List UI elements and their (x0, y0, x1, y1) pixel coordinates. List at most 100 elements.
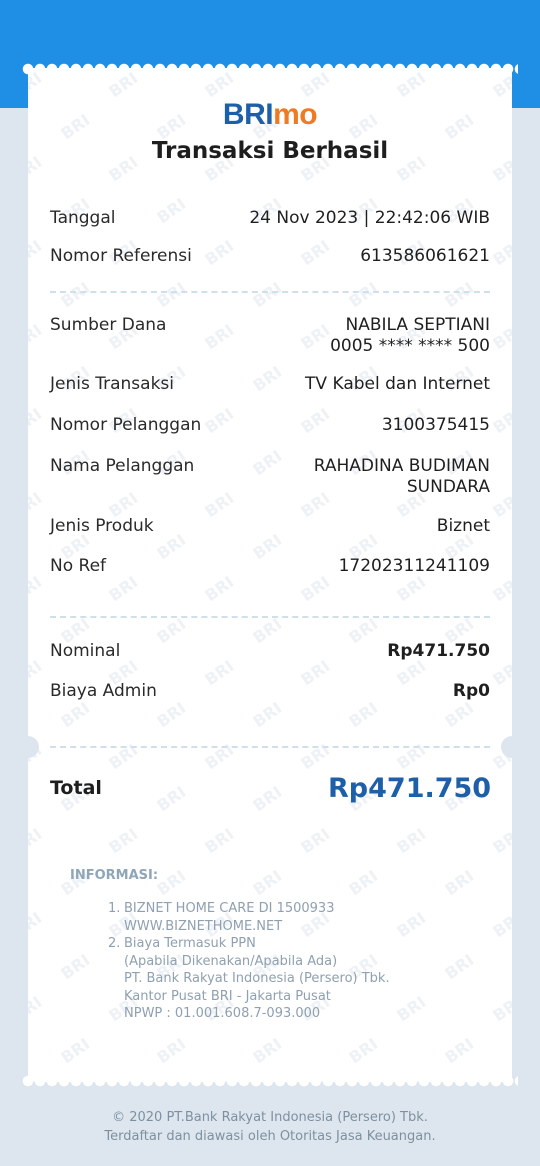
watermark-mark: BRI (201, 320, 237, 353)
brimo-logo: BRImo (28, 98, 512, 132)
watermark-mark: BRI (57, 698, 93, 731)
watermark-mark: BRI (57, 1034, 93, 1067)
watermark-mark: BRI (441, 278, 477, 311)
watermark-mark: BRI (249, 362, 285, 395)
watermark-mark: BRI (441, 698, 477, 731)
detail-value: Biznet (436, 516, 490, 536)
dashed-divider (50, 746, 490, 748)
watermark-mark: BRI (345, 1034, 381, 1067)
watermark-mark: BRI (249, 698, 285, 731)
watermark-mark: BRI (57, 950, 93, 983)
receipt-scalloped-top-edge (22, 63, 518, 75)
watermark-mark: BRI (489, 488, 512, 521)
watermark-mark: BRI (28, 488, 45, 521)
detail-value: 613586061621 (360, 246, 490, 266)
watermark-mark: BRI (489, 572, 512, 605)
watermark-mark: BRI (441, 866, 477, 899)
watermark-mark: BRI (345, 278, 381, 311)
footer-regulator-note: Terdaftar dan diawasi oleh Otoritas Jasa… (104, 1129, 436, 1144)
customer-name-line1: RAHADINA BUDIMAN (313, 456, 490, 476)
watermark-mark: BRI (393, 572, 429, 605)
watermark-mark: BRI (345, 866, 381, 899)
watermark-mark: BRI (28, 320, 45, 353)
detail-label: Tanggal (50, 208, 116, 228)
watermark-mark: BRI (345, 614, 381, 647)
watermark-mark: BRI (393, 908, 429, 941)
watermark-mark: BRI (345, 698, 381, 731)
detail-label: Jenis Produk (50, 516, 154, 536)
watermark-mark: BRI (153, 698, 189, 731)
watermark-mark: BRI (249, 278, 285, 311)
dashed-divider (50, 616, 490, 618)
detail-label: Nomor Pelanggan (50, 415, 202, 435)
watermark-mark: BRI (201, 572, 237, 605)
footer: © 2020 PT.Bank Rakyat Indonesia (Persero… (0, 1108, 540, 1146)
watermark-mark: BRI (28, 824, 45, 857)
footer-copyright: © 2020 PT.Bank Rakyat Indonesia (Persero… (112, 1110, 428, 1125)
watermark-mark: BRI (153, 866, 189, 899)
detail-label: Nama Pelanggan (50, 456, 195, 476)
watermark-mark: BRI (441, 950, 477, 983)
watermark-mark: BRI (249, 530, 285, 563)
page-title: Transaksi Berhasil (151, 138, 389, 164)
amount-value: Rp471.750 (387, 641, 490, 661)
receipt-notch-left (17, 736, 39, 758)
info-line: Biaya Termasuk PPN (124, 936, 256, 951)
watermark-mark: BRI (28, 404, 45, 437)
info-item: 1. BIZNET HOME CARE DI 1500933 WWW.BIZNET… (108, 900, 390, 935)
receipt-scalloped-bottom-edge (22, 1075, 518, 1087)
detail-value: 24 Nov 2023 | 22:42:06 WIB (249, 208, 490, 228)
watermark-mark: BRI (297, 320, 333, 353)
detail-value: NABILA SEPTIANI 0005 **** **** 500 (330, 315, 490, 357)
watermark-mark: BRI (297, 236, 333, 269)
watermark-mark: BRI (153, 782, 189, 815)
info-item: 2. Biaya Termasuk PPN (Apabila Dikenakan/… (108, 935, 390, 1023)
detail-value: 17202311241109 (338, 556, 490, 576)
detail-label: No Ref (50, 556, 107, 576)
watermark-mark: BRI (489, 656, 512, 689)
watermark-mark: BRI (153, 1034, 189, 1067)
info-heading: INFORMASI: (70, 868, 159, 883)
amount-value: Rp0 (452, 681, 490, 701)
watermark-mark: BRI (249, 446, 285, 479)
detail-label: Jenis Transaksi (50, 374, 174, 394)
watermark-mark: BRI (153, 278, 189, 311)
account-number: 0005 **** **** 500 (330, 336, 490, 356)
watermark-mark: BRI (489, 908, 512, 941)
watermark-mark: BRI (393, 824, 429, 857)
watermark-mark: BRI (28, 908, 45, 941)
watermark-mark: BRI (297, 572, 333, 605)
watermark-mark: BRI (28, 572, 45, 605)
watermark-mark: BRI (28, 992, 45, 1025)
account-name: NABILA SEPTIANI (345, 315, 490, 335)
receipt-card: BRI BRI BRI BRI BRI BRI BRI BRI BRI BRI BRI BRI BRI B… (28, 68, 512, 1082)
watermark-mark: BRI (201, 656, 237, 689)
customer-name-line2: SUNDARA (406, 477, 490, 497)
watermark-mark: BRI (249, 1034, 285, 1067)
watermark-mark: BRI (489, 992, 512, 1025)
dashed-divider (50, 291, 490, 293)
watermark-mark: BRI (201, 404, 237, 437)
info-line: WWW.BIZNETHOME.NET (124, 918, 283, 934)
watermark-mark: BRI (153, 530, 189, 563)
info-item-number: 1. (108, 901, 121, 916)
watermark-mark: BRI (153, 194, 189, 227)
watermark-mark: BRI (201, 824, 237, 857)
detail-value: RAHADINA BUDIMAN SUNDARA (314, 456, 490, 498)
watermark-mark: BRI (57, 278, 93, 311)
info-line: Kantor Pusat BRI - Jakarta Pusat (124, 988, 331, 1004)
amount-label: Nominal (50, 641, 121, 661)
watermark-mark: BRI (28, 656, 45, 689)
detail-value: TV Kabel dan Internet (305, 374, 490, 394)
info-item-number: 2. (108, 936, 121, 951)
watermark-mark: BRI (489, 236, 512, 269)
watermark-mark: BRI (489, 320, 512, 353)
watermark-mark: BRI (105, 572, 141, 605)
amount-label: Biaya Admin (50, 681, 157, 701)
watermark-mark: BRI (105, 824, 141, 857)
detail-label: Sumber Dana (50, 315, 167, 335)
watermark-mark: BRI (489, 404, 512, 437)
logo-mo-text: mo (273, 98, 318, 131)
watermark-mark: BRI (297, 656, 333, 689)
watermark-mark: BRI (249, 614, 285, 647)
